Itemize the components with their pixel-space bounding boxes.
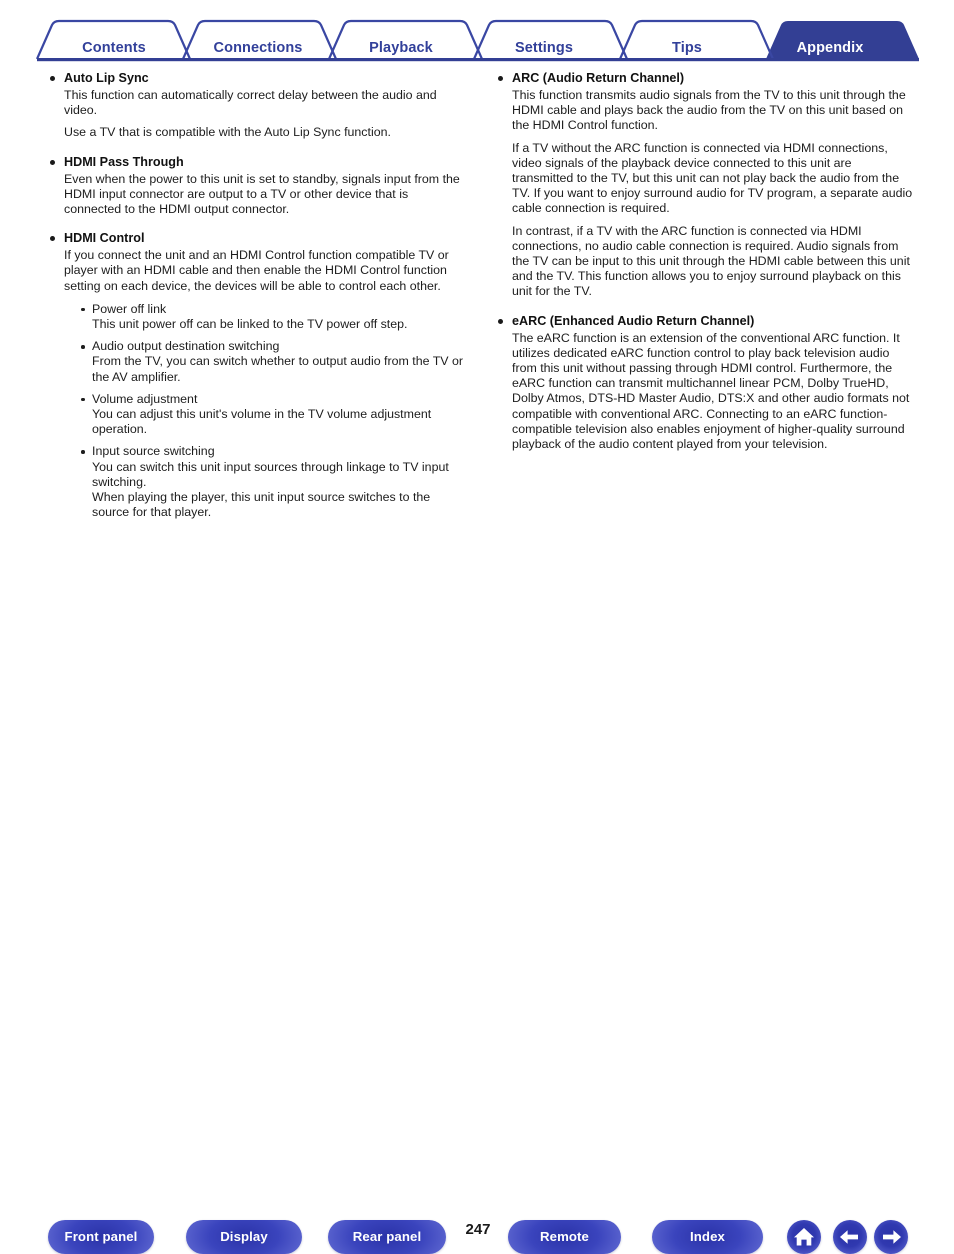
sub-item-title: Audio output destination switching (79, 339, 466, 354)
remote-button-label: Remote (540, 1229, 589, 1244)
tab-settings[interactable]: Settings (515, 40, 573, 56)
section-heading: HDMI Control (48, 230, 466, 246)
section-heading: ARC (Audio Return Channel) (496, 70, 914, 86)
display-button[interactable]: Display (186, 1220, 302, 1254)
sub-item-body: From the TV, you can switch whether to o… (92, 354, 463, 384)
page-number: 247 (465, 1221, 491, 1238)
page-content: Auto Lip Sync This function can automatic… (0, 70, 954, 600)
index-button-label: Index (690, 1229, 725, 1244)
sub-item-list: Power off link This unit power off can be… (48, 302, 466, 521)
sub-item-body: This unit power off can be linked to the… (92, 317, 408, 332)
front-panel-button[interactable]: Front panel (48, 1220, 154, 1254)
section-paragraph: In contrast, if a TV with the ARC functi… (512, 223, 910, 299)
content-section: ARC (Audio Return Channel) This function … (496, 70, 914, 300)
home-icon (794, 1228, 814, 1246)
content-column-left: Auto Lip Sync This function can automatic… (48, 70, 466, 520)
section-paragraph: If you connect the unit and an HDMI Cont… (64, 248, 449, 293)
content-section: HDMI Pass Through Even when the power to … (48, 154, 466, 218)
sub-item-title: Volume adjustment (79, 392, 466, 407)
tab-tips[interactable]: Tips (672, 40, 702, 56)
section-paragraph: This function transmits audio signals fr… (512, 88, 906, 133)
footer-navigation: Front panel Display Rear panel 247 Remot… (0, 601, 954, 1254)
sub-item-body: You can switch this unit input sources t… (92, 459, 449, 520)
content-column-right: ARC (Audio Return Channel) This function … (496, 70, 914, 452)
index-button[interactable]: Index (652, 1220, 763, 1254)
home-button[interactable] (787, 1220, 821, 1254)
section-paragraph: Even when the power to this unit is set … (64, 171, 460, 217)
section-heading: HDMI Pass Through (48, 154, 466, 170)
content-section: Auto Lip Sync This function can automatic… (48, 70, 466, 141)
arrow-left-icon (840, 1230, 858, 1244)
rear-panel-button[interactable]: Rear panel (328, 1220, 446, 1254)
tab-contents[interactable]: Contents (82, 40, 146, 56)
tab-playback[interactable]: Playback (369, 40, 433, 56)
sub-item-body: You can adjust this unit's volume in the… (92, 407, 432, 437)
remote-button[interactable]: Remote (508, 1220, 621, 1254)
back-button[interactable] (833, 1220, 867, 1254)
front-panel-button-label: Front panel (64, 1229, 138, 1244)
next-button[interactable] (874, 1220, 908, 1254)
display-button-label: Display (220, 1229, 268, 1244)
tab-appendix[interactable]: Appendix (797, 40, 864, 56)
sub-item: Volume adjustment You can adjust this uni… (79, 392, 466, 438)
section-paragraph: This function can automatically correct … (64, 88, 437, 118)
tab-baseline (37, 58, 919, 62)
sub-item: Power off link This unit power off can be… (79, 302, 466, 332)
content-section: HDMI Control If you connect the unit and … (48, 230, 466, 520)
sub-item-title: Input source switching (79, 444, 466, 459)
content-section: eARC (Enhanced Audio Return Channel) The … (496, 313, 914, 453)
arrow-right-icon (883, 1230, 901, 1244)
sub-item: Audio output destination switching From t… (79, 339, 466, 385)
rear-panel-button-label: Rear panel (352, 1229, 422, 1244)
tab-bar: Contents Connections Playback Settings T… (0, 18, 954, 62)
section-heading: eARC (Enhanced Audio Return Channel) (496, 313, 914, 329)
sub-item-title: Power off link (79, 302, 466, 317)
section-paragraph: Use a TV that is compatible with the Aut… (64, 125, 391, 140)
sub-item: Input source switching You can switch thi… (79, 444, 466, 520)
section-paragraph: The eARC function is an extension of the… (512, 330, 910, 452)
section-paragraph: If a TV without the ARC function is conn… (512, 140, 913, 216)
section-heading: Auto Lip Sync (48, 70, 466, 86)
tab-connections[interactable]: Connections (214, 40, 303, 56)
